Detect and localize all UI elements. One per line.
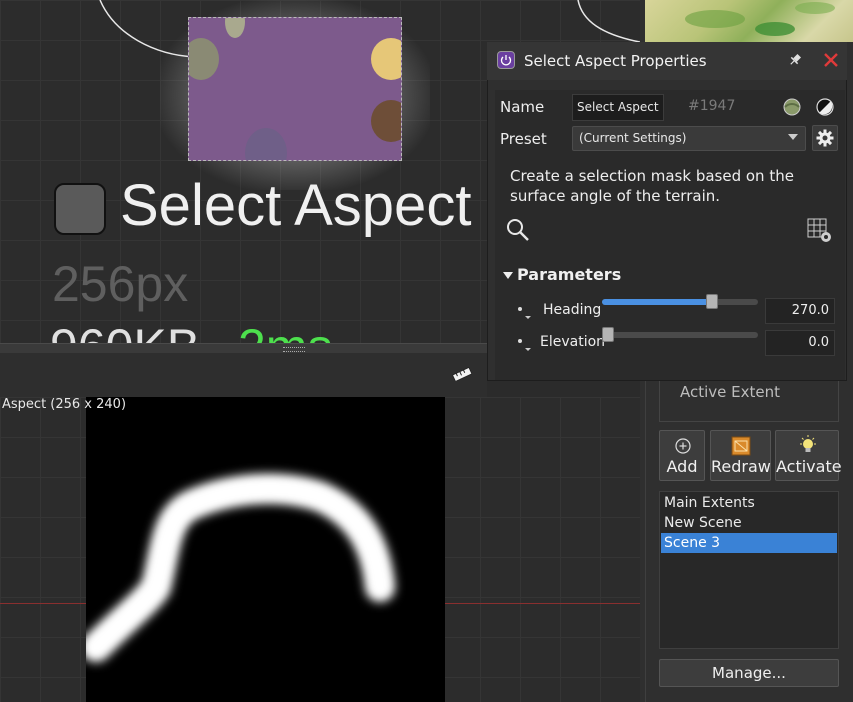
mask-shape <box>86 473 395 662</box>
pin-icon[interactable] <box>787 52 803 68</box>
name-input[interactable]: Select Aspect <box>572 94 664 121</box>
pane-splitter[interactable] <box>0 343 487 353</box>
port-bottom[interactable] <box>245 128 287 160</box>
preset-dropdown[interactable]: (Current Settings) <box>572 126 806 151</box>
scene-item-main-extents[interactable]: Main Extents <box>661 493 837 513</box>
node-memory: 960KB <box>50 318 200 343</box>
elevation-slider[interactable] <box>602 327 758 342</box>
collapse-arrow-icon[interactable] <box>503 272 513 279</box>
lightbulb-icon <box>800 435 816 452</box>
param-menu-caret-icon[interactable] <box>525 316 531 319</box>
node-id: #1947 <box>688 98 736 114</box>
grid-settings-icon[interactable] <box>806 217 834 245</box>
activate-button-label: Activate <box>776 457 842 476</box>
node-description: Create a selection mask based on the sur… <box>510 167 794 205</box>
node-enable-checkbox[interactable] <box>54 183 106 235</box>
terrain-thumbnail[interactable] <box>645 0 853 42</box>
heading-label: Heading <box>543 302 602 318</box>
scene-list[interactable]: Main Extents New Scene Scene 3 <box>659 491 839 649</box>
node-resolution: 256px <box>52 256 189 312</box>
elevation-label: Elevation <box>540 334 606 350</box>
scene-item-scene-3[interactable]: Scene 3 <box>661 533 837 553</box>
node-title: Select Aspect <box>120 173 472 238</box>
redraw-button-label: Redraw <box>711 457 771 476</box>
preview-toolbar <box>0 353 487 397</box>
preview-mask-image[interactable] <box>86 397 445 702</box>
port-right-bottom[interactable] <box>371 100 401 142</box>
ruler-icon[interactable] <box>452 367 472 381</box>
active-extent-radio[interactable]: Active Extent <box>680 383 780 401</box>
port-top[interactable] <box>225 18 245 38</box>
node-stats: 960KB 2ms <box>50 318 350 343</box>
preset-settings-button[interactable] <box>812 125 838 151</box>
search-icon[interactable] <box>505 217 531 243</box>
terrain-globe-icon[interactable] <box>782 97 802 117</box>
heading-slider[interactable] <box>602 294 758 309</box>
power-icon <box>497 51 515 69</box>
activate-button[interactable]: Activate <box>775 430 842 481</box>
preview-label: Aspect (256 x 240) <box>2 397 127 412</box>
add-button-label: Add <box>666 457 698 476</box>
param-dot-icon[interactable] <box>518 339 522 343</box>
manage-button[interactable]: Manage... <box>659 659 839 687</box>
parameters-header[interactable]: Parameters <box>517 265 621 284</box>
node-build-time: 2ms <box>238 318 332 343</box>
node-thumbnail[interactable] <box>188 17 402 161</box>
port-left[interactable] <box>189 38 219 80</box>
dialog-title: Select Aspect Properties <box>524 52 707 70</box>
add-button[interactable]: Add <box>659 430 705 481</box>
close-icon[interactable] <box>823 52 839 68</box>
redraw-box-icon <box>731 436 751 456</box>
chevron-down-icon <box>788 134 798 140</box>
gear-icon <box>816 129 834 147</box>
param-menu-caret-icon[interactable] <box>525 348 531 351</box>
port-right-top[interactable] <box>371 38 401 80</box>
param-dot-icon[interactable] <box>518 307 522 311</box>
heading-slider-fill <box>602 299 712 305</box>
scene-item-new-scene[interactable]: New Scene <box>661 513 837 533</box>
elevation-value[interactable]: 0.0 <box>765 330 835 356</box>
contrast-icon[interactable] <box>815 97 835 117</box>
redraw-button[interactable]: Redraw <box>710 430 771 481</box>
heading-value[interactable]: 270.0 <box>765 298 835 324</box>
plus-circle-icon <box>675 438 691 454</box>
heading-slider-thumb[interactable] <box>706 294 718 309</box>
elevation-slider-thumb[interactable] <box>602 327 614 342</box>
name-label: Name <box>500 98 545 116</box>
preset-label: Preset <box>500 130 547 148</box>
splitter-grip-icon[interactable] <box>283 347 305 352</box>
